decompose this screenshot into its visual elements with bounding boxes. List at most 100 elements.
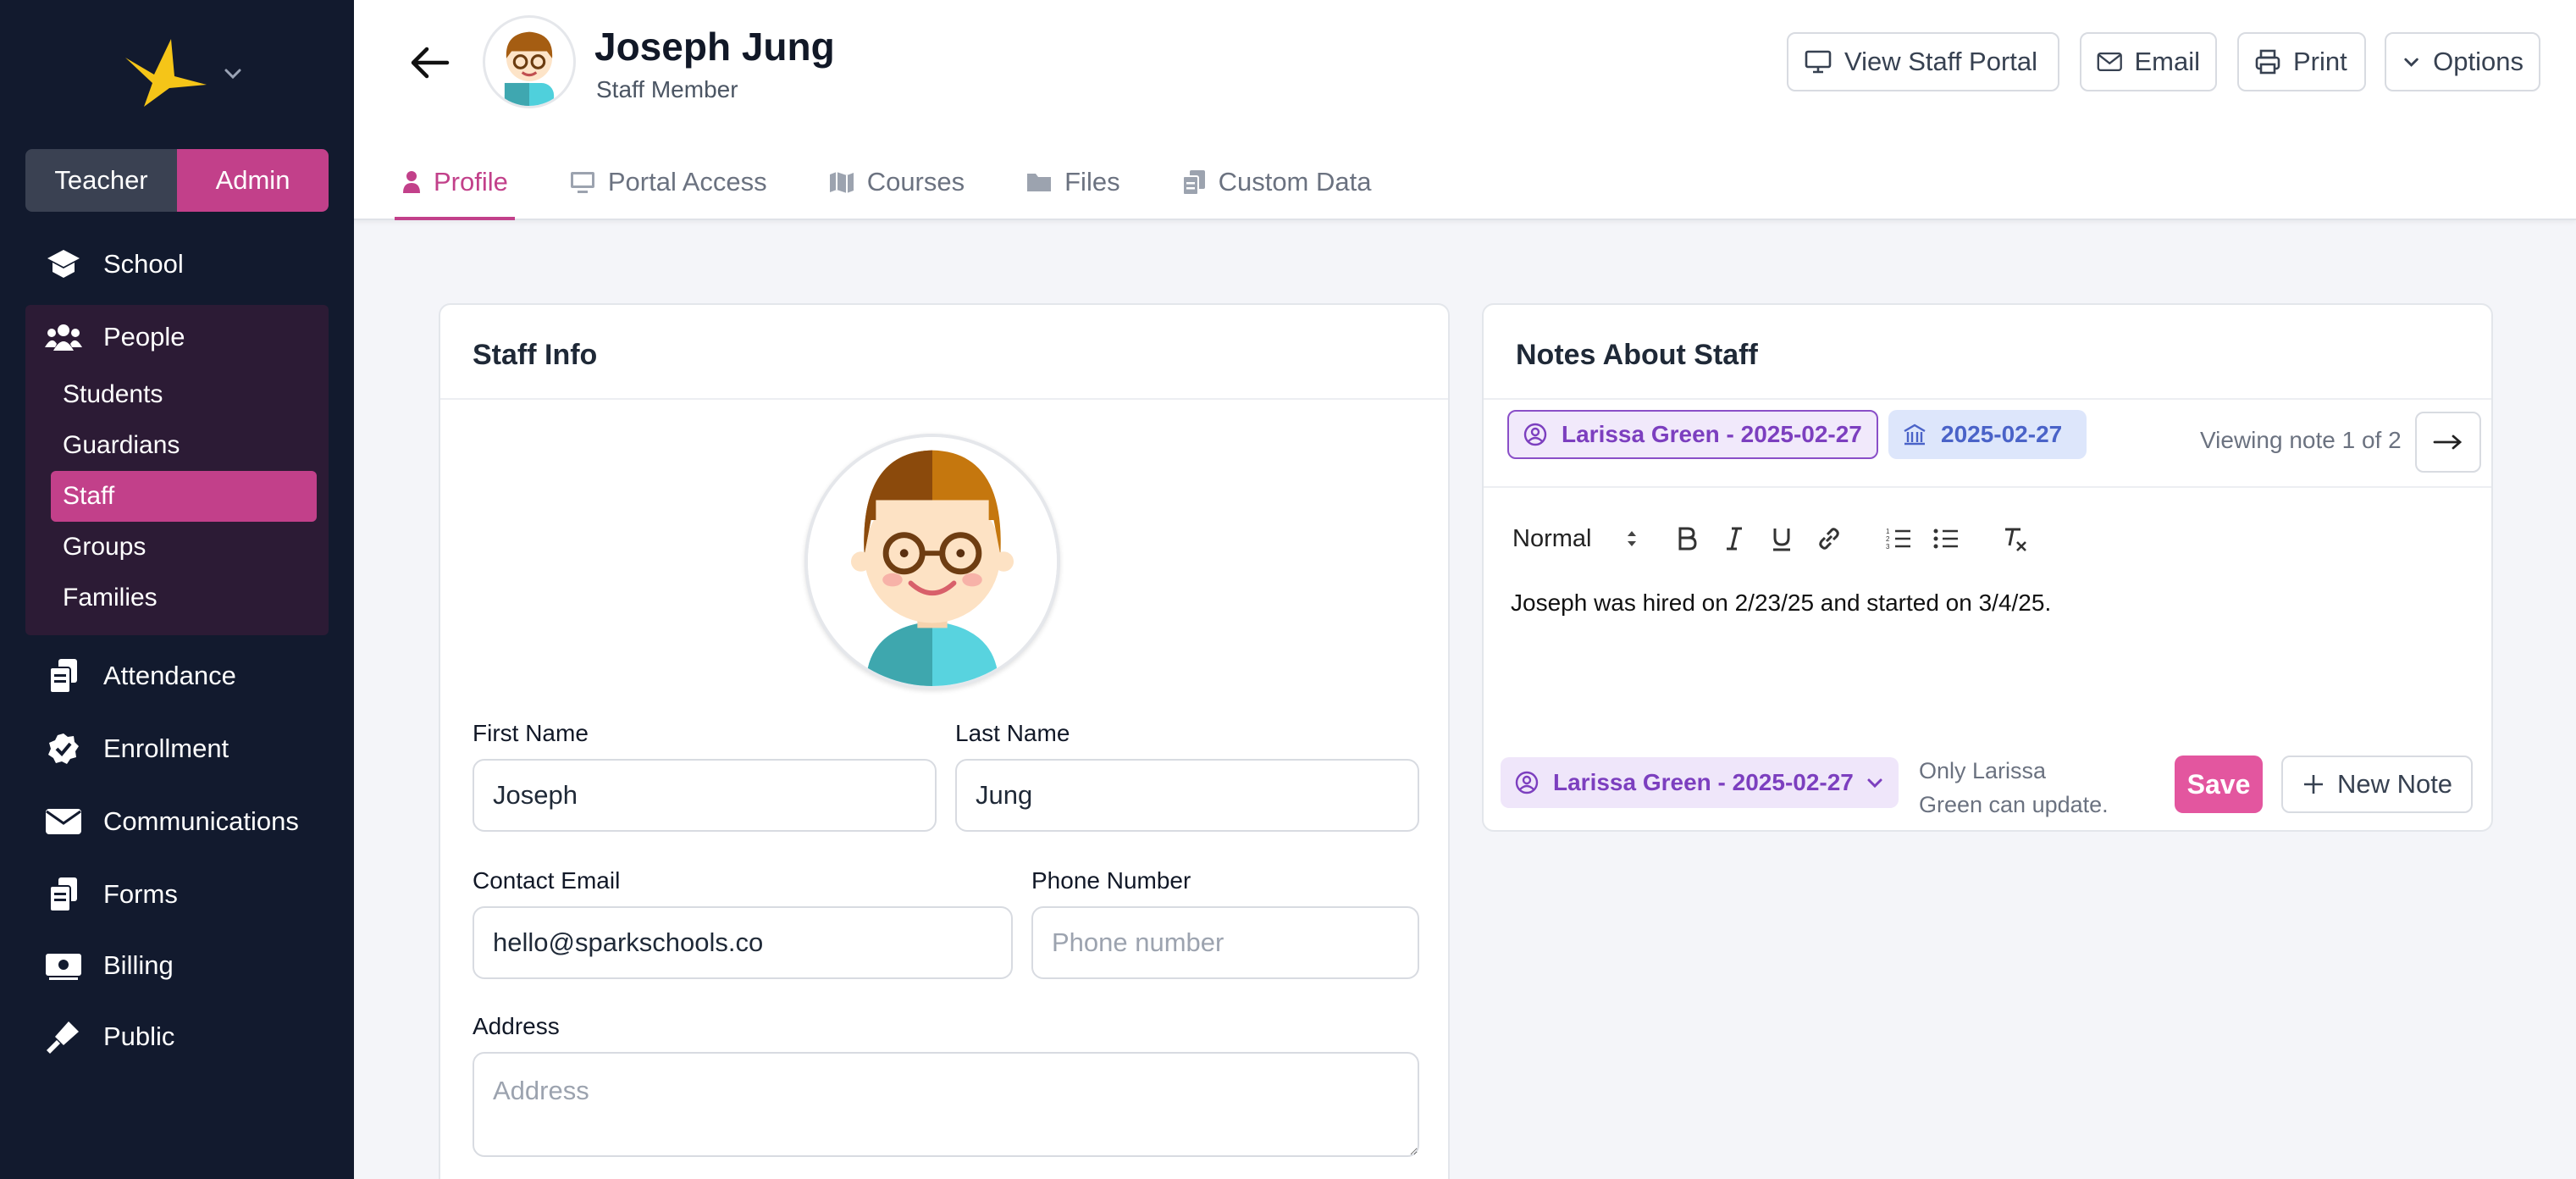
button-label: New Note xyxy=(2336,769,2453,799)
divider xyxy=(440,398,1448,400)
sidebar-item-label: School xyxy=(103,249,184,279)
card-title: Notes About Staff xyxy=(1516,339,1758,371)
billing-icon xyxy=(44,946,83,985)
chevron-down-icon[interactable] xyxy=(222,63,244,85)
bold-button[interactable] xyxy=(1670,522,1704,556)
sort-arrows-icon xyxy=(1628,531,1637,546)
phone-field[interactable] xyxy=(1031,906,1419,979)
divider xyxy=(1484,398,2491,400)
page-title: Joseph Jung xyxy=(594,25,835,69)
star-logo-icon[interactable] xyxy=(119,32,212,108)
sidebar-item-label: People xyxy=(103,322,185,351)
school-icon xyxy=(44,245,83,284)
last-name-label: Last Name xyxy=(955,720,1070,746)
admin-role-button[interactable]: Admin xyxy=(177,149,329,212)
sidebar-item-billing[interactable]: Billing xyxy=(44,940,174,991)
italic-button[interactable] xyxy=(1717,522,1751,556)
sidebar-item-label: Forms xyxy=(103,879,178,909)
tab-portal-access[interactable]: Portal Access xyxy=(562,144,774,220)
view-staff-portal-button[interactable]: View Staff Portal xyxy=(1787,32,2059,91)
link-button[interactable] xyxy=(1812,522,1846,556)
link-icon xyxy=(1819,528,1839,550)
bullet-list-icon xyxy=(1933,529,1958,549)
role-toggle: Teacher Admin xyxy=(25,149,329,212)
ordered-list-button[interactable]: 123 xyxy=(1882,522,1915,556)
user-circle-icon xyxy=(1515,771,1539,794)
chevron-down-icon xyxy=(1867,778,1882,789)
page-header: Joseph Jung Staff Member View Staff Port… xyxy=(354,0,2576,220)
sidebar-item-communications[interactable]: Communications xyxy=(44,796,299,847)
tab-files[interactable]: Files xyxy=(1019,144,1126,220)
sidebar-subitem-staff[interactable]: Staff xyxy=(51,471,317,522)
author-select-value: Larissa Green - 2025-02-27 xyxy=(1553,769,1854,795)
next-note-button[interactable] xyxy=(2415,412,2481,473)
avatar xyxy=(483,15,576,108)
note-date-chip[interactable]: 2025-02-27 xyxy=(1888,410,2087,459)
sidebar-subitem-groups[interactable]: Groups xyxy=(25,522,291,573)
envelope-icon xyxy=(2097,52,2122,72)
tab-courses[interactable]: Courses xyxy=(821,144,971,220)
sidebar-item-label: Public xyxy=(103,1021,175,1051)
sidebar-item-enrollment[interactable]: Enrollment xyxy=(44,723,229,774)
address-field[interactable] xyxy=(473,1052,1419,1157)
sidebar-item-public[interactable]: Public xyxy=(44,1011,174,1062)
tab-profile[interactable]: Profile xyxy=(395,144,515,220)
monitor-icon xyxy=(570,172,594,193)
documents-icon xyxy=(1181,170,1205,196)
tab-label: Files xyxy=(1064,167,1120,196)
save-button[interactable]: Save xyxy=(2175,756,2263,813)
sidebar-item-attendance[interactable]: Attendance xyxy=(44,650,236,701)
email-field[interactable] xyxy=(473,906,1013,979)
sidebar-subitem-guardians[interactable]: Guardians xyxy=(25,420,291,471)
person-icon xyxy=(403,171,420,193)
sidebar-item-label: Attendance xyxy=(103,661,236,690)
address-label: Address xyxy=(473,1013,560,1039)
profile-photo[interactable] xyxy=(804,434,1060,689)
sidebar-item-label: Enrollment xyxy=(103,733,229,763)
note-author-chip[interactable]: Larissa Green - 2025-02-27 xyxy=(1507,410,1878,459)
button-label: Options xyxy=(2433,47,2523,76)
sidebar-item-forms[interactable]: Forms xyxy=(44,869,178,920)
print-button[interactable]: Print xyxy=(2237,32,2366,91)
public-icon xyxy=(44,1017,83,1056)
italic-icon xyxy=(1727,527,1742,551)
bold-icon xyxy=(1678,527,1697,551)
sidebar: Teacher Admin School People Students Gua… xyxy=(0,0,354,1179)
sidebar-subitem-families[interactable]: Families xyxy=(25,573,291,623)
last-name-field[interactable] xyxy=(955,759,1419,832)
contact-email-label: Contact Email xyxy=(473,867,621,894)
new-note-button[interactable]: New Note xyxy=(2281,756,2473,813)
monitor-icon xyxy=(1805,50,1832,74)
svg-text:3: 3 xyxy=(1886,543,1890,551)
ordered-list-icon: 123 xyxy=(1886,528,1910,551)
underline-icon xyxy=(1773,529,1790,551)
enrollment-icon xyxy=(44,729,83,768)
tab-label: Profile xyxy=(434,167,508,196)
tab-custom-data[interactable]: Custom Data xyxy=(1175,144,1379,220)
chip-label: Larissa Green - 2025-02-27 xyxy=(1562,421,1862,447)
format-select[interactable]: Normal xyxy=(1512,525,1656,553)
sidebar-item-school[interactable]: School xyxy=(44,239,184,290)
svg-text:2: 2 xyxy=(1886,535,1890,543)
first-name-field[interactable] xyxy=(473,759,937,832)
sidebar-subitem-students[interactable]: Students xyxy=(25,369,291,420)
author-select[interactable]: Larissa Green - 2025-02-27 xyxy=(1501,757,1899,808)
email-button[interactable]: Email xyxy=(2080,32,2217,91)
format-select-value: Normal xyxy=(1512,524,1592,552)
underline-button[interactable] xyxy=(1765,522,1799,556)
teacher-role-button[interactable]: Teacher xyxy=(25,149,177,212)
forms-icon xyxy=(44,875,83,914)
update-permission-text: Only Larissa Green can update. xyxy=(1919,758,2109,817)
bullet-list-button[interactable] xyxy=(1929,522,1963,556)
attendance-icon xyxy=(44,656,83,695)
tab-label: Courses xyxy=(866,167,965,196)
sidebar-item-people[interactable]: People xyxy=(44,312,185,363)
clear-format-button[interactable] xyxy=(1998,522,2032,556)
options-button[interactable]: Options xyxy=(2385,32,2540,91)
first-name-label: First Name xyxy=(473,720,589,746)
note-editor-content[interactable]: Joseph was hired on 2/23/25 and started … xyxy=(1511,590,2051,617)
back-arrow-icon[interactable] xyxy=(406,39,454,86)
clear-format-icon xyxy=(2005,528,2026,551)
svg-text:1: 1 xyxy=(1886,528,1890,535)
sidebar-item-label: Billing xyxy=(103,950,174,980)
